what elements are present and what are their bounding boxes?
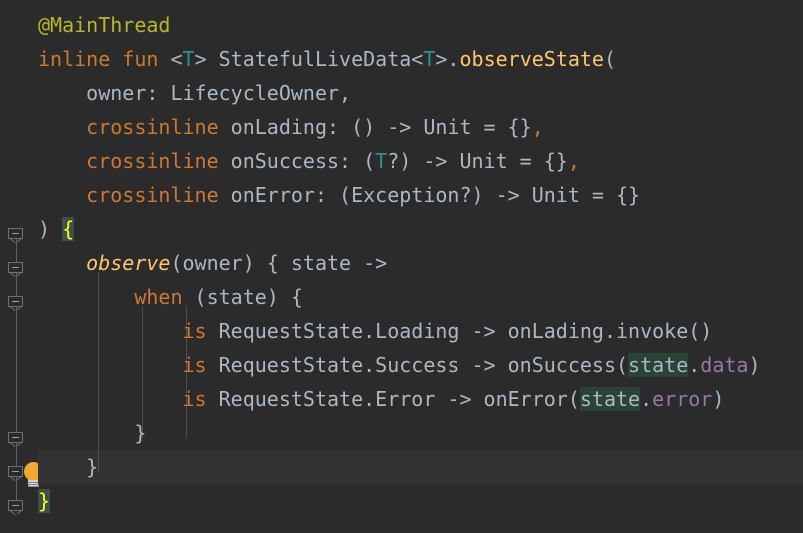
code-line[interactable]: } [38,416,146,450]
code-token: inline [38,47,111,71]
code-token: when [134,285,183,309]
code-token: T [182,47,195,71]
fold-marker-minus [12,233,19,234]
code-token: state [579,387,641,411]
code-token: T [423,47,436,71]
code-line[interactable]: crossinline onError: (Exception?) -> Uni… [38,178,640,212]
code-line[interactable]: owner: LifecycleOwner, [38,76,351,110]
code-line[interactable]: is RequestState.Success -> onSuccess(sta… [38,348,761,382]
fold-marker-collapse[interactable] [8,296,25,313]
fold-marker-arrow [11,442,22,449]
code-token: fun [122,47,159,71]
code-line[interactable]: when (state) { [38,280,303,314]
code-token: ( [603,47,617,71]
code-token: RequestState.Success -> onSuccess( [206,353,629,377]
code-token: . [688,353,701,377]
code-token: RequestState.Error -> onError( [206,387,580,411]
fold-marker-arrow [11,272,22,279]
code-line[interactable]: } [38,450,98,484]
fold-marker-minus [12,471,19,472]
fold-marker-collapse[interactable] [8,228,25,245]
code-token: is [182,387,207,411]
code-token: { [62,217,75,241]
code-line[interactable]: is RequestState.Error -> onError(state.e… [38,382,724,416]
code-token: > StatefulLiveData< [194,47,424,71]
code-token: (state) { [182,285,303,309]
code-token: is [182,353,207,377]
code-area[interactable]: @MainThread inline fun <T> StatefulLiveDa… [38,0,803,533]
code-token: T [375,149,388,173]
code-token: >. [435,47,460,71]
code-token: crossinline [86,115,219,139]
editor-gutter[interactable] [0,0,43,533]
code-line[interactable]: ) { [38,212,75,246]
code-token: , [567,149,580,173]
fold-marker-minus [12,505,19,506]
code-line[interactable]: observe(owner) { state -> [38,246,387,280]
code-token: observe [86,251,171,275]
code-token: crossinline [86,183,219,207]
code-token: . [640,387,653,411]
fold-marker-arrow [11,510,22,517]
code-line[interactable]: } [38,484,51,518]
fold-marker-collapse[interactable] [8,500,25,517]
code-editor[interactable]: @MainThread inline fun <T> StatefulLiveDa… [0,0,803,533]
code-token: data [700,353,749,377]
fold-marker-collapse[interactable] [8,262,25,279]
code-line[interactable]: @MainThread [38,8,170,42]
code-token: , [531,115,544,139]
code-token: ) [748,353,761,377]
code-line[interactable]: inline fun <T> StatefulLiveData<T>.obser… [38,42,616,76]
code-token: state [628,353,689,377]
code-token: ) [712,387,725,411]
code-token: onError: (Exception?) -> Unit = {} [218,183,641,207]
code-token: onSuccess: ( [218,149,376,173]
code-token: < [158,47,183,71]
code-token: } [38,455,99,479]
caret-line-highlight [38,450,803,484]
fold-marker-arrow [11,238,22,245]
code-token: crossinline [86,149,219,173]
code-token: @MainThread [38,13,171,37]
code-line[interactable]: crossinline onLading: () -> Unit = {}, [38,110,544,144]
fold-marker-minus [12,437,19,438]
fold-marker-collapse[interactable] [8,432,25,449]
fold-marker-minus [12,267,19,268]
code-token: } [38,421,147,445]
code-token: observeState [459,47,604,71]
fold-marker-arrow [11,476,22,483]
code-token: ?) -> Unit = {} [387,149,568,173]
fold-marker-minus [12,301,19,302]
code-line[interactable]: crossinline onSuccess: (T?) -> Unit = {}… [38,144,580,178]
code-token: RequestState.Loading -> onLading.invoke(… [206,319,713,343]
code-token: } [38,489,51,513]
code-token: (owner) { state -> [170,251,388,275]
code-token: is [182,319,207,343]
code-line[interactable]: is RequestState.Loading -> onLading.invo… [38,314,713,348]
fold-marker-arrow [11,306,22,313]
code-token: onLading: () -> Unit = {} [218,115,532,139]
code-token: error [652,387,713,411]
code-token: ) [38,217,63,241]
code-token: owner: LifecycleOwner, [38,81,352,105]
